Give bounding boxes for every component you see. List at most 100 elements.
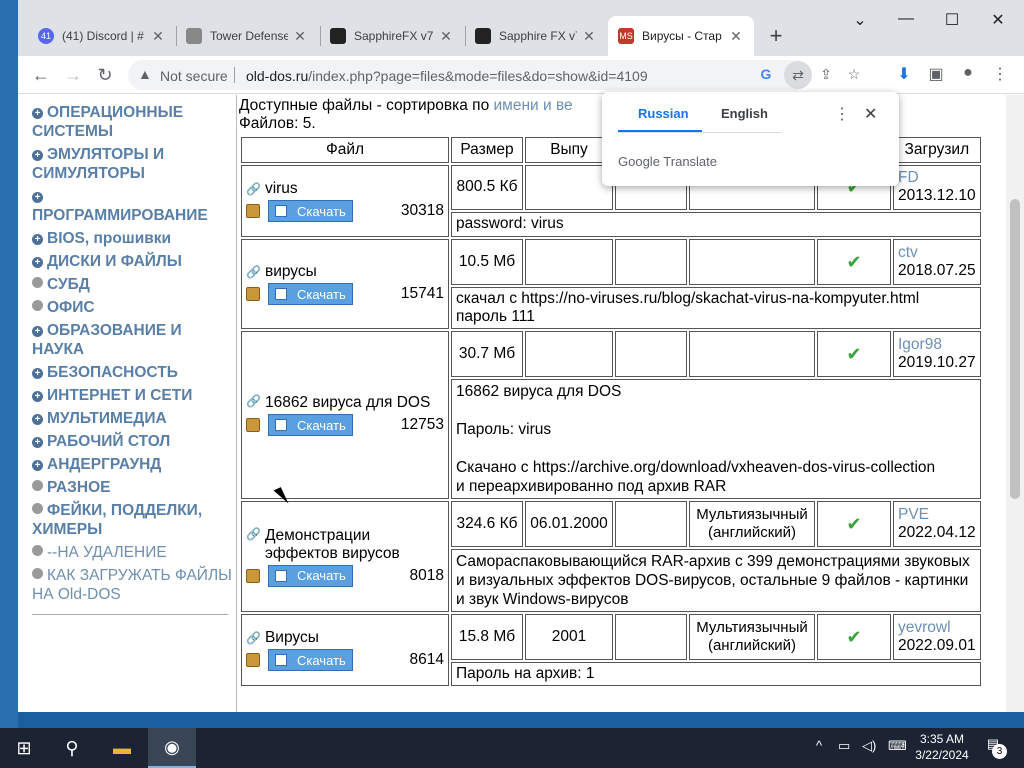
sidebar: + ОПЕРАЦИОННЫЕ СИСТЕМЫ + ЭМУЛЯТОРЫ И СИМУЛ… <box>32 103 232 615</box>
sidebar-item[interactable]: + ЭМУЛЯТОРЫ И СИМУЛЯТОРЫ <box>32 145 232 183</box>
package-icon <box>246 204 260 218</box>
sidebar-item[interactable]: СУБД <box>32 275 232 294</box>
uploader-link[interactable]: Igor98 <box>898 336 942 353</box>
table-row: 🔗 вирусы Скачать 15741 10.5 Мб ✔ ctv 2018.0… <box>241 239 981 329</box>
close-icon[interactable]: ✕ <box>864 104 877 124</box>
sidebar-item[interactable]: + ДИСКИ И ФАЙЛЫ <box>32 252 232 271</box>
sidebar-item[interactable]: КАК ЗАГРУЖАТЬ ФАЙЛЫ НА Old-DOS <box>32 566 232 604</box>
uploader-link[interactable]: PVE <box>898 506 929 523</box>
close-icon[interactable]: ✕ <box>728 28 744 45</box>
network-icon[interactable]: ▭ <box>838 738 850 754</box>
more-options-icon[interactable]: ⋮ <box>834 104 850 124</box>
files-table: Файл Размер Выпу во Загрузил 🔗virus Скач… <box>239 135 983 688</box>
download-button[interactable]: Скачать <box>268 649 353 671</box>
not-secure-label[interactable]: Not secure <box>160 68 228 84</box>
language-icon[interactable]: ⌨ <box>888 738 907 754</box>
download-icon[interactable]: ⬇ <box>892 64 916 84</box>
download-count: 8614 <box>409 651 444 668</box>
sidebar-item[interactable]: ОФИС <box>32 298 232 317</box>
google-icon[interactable]: G <box>756 66 776 82</box>
sidebar-item[interactable]: + BIOS, прошивки <box>32 229 232 248</box>
chevron-up-icon[interactable]: ^ <box>816 738 822 753</box>
column-header[interactable]: Размер <box>451 137 523 163</box>
volume-icon[interactable]: ◁) <box>862 738 876 754</box>
file-name: virus <box>264 180 298 197</box>
google-translate-brand: Google Translate <box>618 154 718 169</box>
close-icon[interactable]: ✕ <box>150 28 166 45</box>
address-bar[interactable]: ▲ Not secure old-dos.ru/index.php?page=f… <box>128 60 860 90</box>
sidebar-item[interactable]: + ОПЕРАЦИОННЫЕ СИСТЕМЫ <box>32 103 232 141</box>
search-icon[interactable]: ⚲ <box>48 728 96 768</box>
chevron-down-icon[interactable]: ⌄ <box>840 10 880 30</box>
share-icon[interactable]: ⇪ <box>816 66 836 83</box>
file-description: Самораспаковывающийся RAR-архив с 399 де… <box>451 549 981 612</box>
download-button[interactable]: Скачать <box>268 564 353 587</box>
url-text[interactable]: old-dos.ru/index.php?page=files&mode=fil… <box>246 68 648 84</box>
download-button[interactable]: Скачать <box>268 200 353 222</box>
column-header[interactable]: Выпу <box>525 137 613 163</box>
download-button[interactable]: Скачать <box>268 283 353 305</box>
sidebar-item[interactable]: + АНДЕРГРАУНД <box>32 455 232 474</box>
tab-title: SapphireFX v7. <box>354 29 434 43</box>
sidebar-item[interactable]: + ИНТЕРНЕТ И СЕТИ <box>32 386 232 405</box>
close-icon[interactable]: ✕ <box>438 28 454 45</box>
uploader-link[interactable]: yevrowl <box>898 619 951 636</box>
tab-viruses-active[interactable]: MS Вирусы - Стар ✕ <box>608 16 754 56</box>
upload-date: 2022.09.01 <box>898 637 976 654</box>
sidebar-item[interactable]: + МУЛЬТИМЕДИА <box>32 409 232 428</box>
download-count: 15741 <box>400 285 444 302</box>
maximize-button[interactable]: ☐ <box>932 10 972 30</box>
scrollbar[interactable] <box>1006 95 1024 712</box>
plus-icon: + <box>32 391 43 402</box>
notifications-icon[interactable]: ▤ 3 <box>980 736 1007 759</box>
taskbar: ⊞ ⚲ ▬ ◉ ^ ▭ ◁) ⌨ 3:35 AM 3/22/2024 ▤ 3 <box>0 728 1024 768</box>
sidebar-item[interactable]: + ПРОГРАММИРОВАНИЕ <box>32 187 232 225</box>
close-window-button[interactable]: ✕ <box>978 10 1018 30</box>
tab-discord[interactable]: 41 (41) Discord | # ✕ <box>28 16 176 56</box>
tab-sapphirefx-1[interactable]: SapphireFX v7. ✕ <box>320 16 464 56</box>
forward-button[interactable]: → <box>60 62 86 88</box>
reload-button[interactable]: ↻ <box>92 62 118 88</box>
upload-date: 2019.10.27 <box>898 354 976 371</box>
back-button[interactable]: ← <box>28 62 54 88</box>
scrollbar-thumb[interactable] <box>1010 199 1020 499</box>
notification-badge: 3 <box>992 744 1007 759</box>
sort-link[interactable]: имени и ве <box>494 97 573 114</box>
sidebar-item[interactable]: РАЗНОЕ <box>32 478 232 497</box>
sidebar-item[interactable]: --НА УДАЛЕНИЕ <box>32 543 232 562</box>
new-tab-button[interactable]: + <box>762 22 790 50</box>
table-row: 🔗 16862 вируса для DOS Скачать 12753 30.7 … <box>241 331 981 499</box>
uploader-link[interactable]: ctv <box>898 244 918 261</box>
file-explorer-icon[interactable]: ▬ <box>98 728 146 768</box>
download-button[interactable]: Скачать <box>268 414 353 436</box>
toolbar: ← → ↻ ▲ Not secure old-dos.ru/index.php?… <box>18 56 1024 94</box>
minimize-button[interactable]: — <box>886 10 926 28</box>
tab-sapphirefx-2[interactable]: Sapphire FX v7 ✕ <box>465 16 607 56</box>
column-header[interactable]: Файл <box>241 137 449 163</box>
uploader-link[interactable]: FD <box>898 169 919 186</box>
tab-bar: 41 (41) Discord | # ✕ Tower Defense ✕ Sa… <box>18 0 1024 56</box>
clock[interactable]: 3:35 AM 3/22/2024 <box>912 731 972 763</box>
sidebar-item[interactable]: + БЕЗОПАСНОСТЬ <box>32 363 232 382</box>
lang-english-tab[interactable]: English <box>721 106 768 121</box>
windows-start-icon[interactable]: ⊞ <box>0 728 48 768</box>
lang-russian-tab[interactable]: Russian <box>638 106 689 121</box>
chrome-icon[interactable]: ◉ <box>148 728 196 768</box>
profile-icon[interactable]: ● <box>956 64 980 82</box>
sidebar-item[interactable]: + ОБРАЗОВАНИЕ И НАУКА <box>32 321 232 359</box>
menu-icon[interactable]: ⋮ <box>988 64 1012 84</box>
sapphire-icon <box>330 28 346 44</box>
sidepanel-icon[interactable]: ▣ <box>924 64 948 84</box>
column-header[interactable]: Загрузил <box>893 137 981 163</box>
tab-tower-defense[interactable]: Tower Defense ✕ <box>176 16 318 56</box>
tab-title: (41) Discord | # <box>62 29 144 43</box>
close-icon[interactable]: ✕ <box>581 28 597 45</box>
translate-icon[interactable]: ⇄ <box>784 61 812 89</box>
sidebar-item[interactable]: + РАБОЧИЙ СТОЛ <box>32 432 232 451</box>
close-icon[interactable]: ✕ <box>292 28 308 45</box>
plus-icon: + <box>32 257 43 268</box>
file-description: password: virus <box>451 211 981 237</box>
sidebar-item[interactable]: ФЕЙКИ, ПОДДЕЛКИ, ХИМЕРЫ <box>32 501 232 539</box>
file-cell: 🔗 вирусы Скачать 15741 <box>241 239 449 329</box>
star-icon[interactable]: ☆ <box>844 66 864 83</box>
